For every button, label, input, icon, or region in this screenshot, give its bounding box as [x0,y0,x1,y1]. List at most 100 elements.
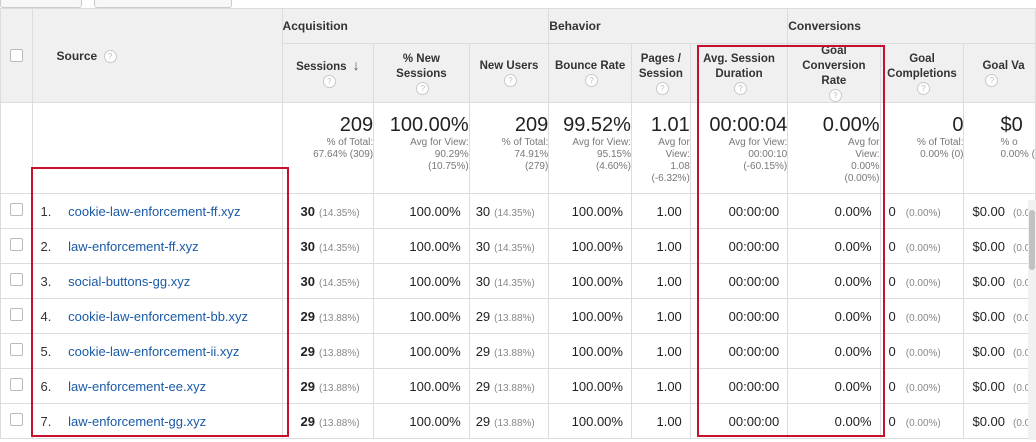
row-checkbox-cell [0,368,33,404]
row-checkbox-cell [0,298,33,334]
table-row: 4. cookie-law-enforcement-bb.xyz 29 (13.8… [0,298,1036,334]
completions-cell: 0 (0.00%) [879,333,965,369]
source-cell: 7. law-enforcement-gg.xyz [31,403,283,439]
new-sessions-cell: 100.00% [373,368,470,404]
sessions-pct: (13.88%) [319,347,360,359]
row-checkbox-cell [0,193,33,229]
help-icon[interactable]: ? [916,81,930,95]
total-value: 209 [339,114,374,136]
total-goal-conv-rate: 0.00% Avg for View: 0.00% (0.00%) [787,102,881,194]
totals-row: 209 % of Total: 67.64% (309) 100.00% Avg… [0,102,1036,194]
completions-pct: (0.00%) [905,417,941,429]
sessions-cell: 29 (13.88%) [281,368,375,404]
completions-value: 0 [888,203,896,219]
col-new-users-label: New Users [479,60,539,72]
total-sub: % of Total: [501,137,549,148]
new-users-value: 30 [475,238,491,254]
source-header-label: Source [56,49,98,63]
help-icon[interactable]: ? [734,81,748,95]
sessions-pct: (14.35%) [319,207,360,219]
new-users-pct: (14.35%) [494,207,535,219]
duration-cell: 00:00:00 [689,263,789,299]
toolbar-button-right[interactable] [94,0,232,8]
new-users-cell: 29 (13.88%) [468,403,550,439]
total-value: 209 [514,114,549,136]
total-sub: (0.00%) [844,173,880,184]
bounce-cell: 100.00% [548,193,632,229]
help-icon[interactable]: ? [503,74,517,87]
help-icon[interactable]: ? [416,81,430,95]
col-new-sessions[interactable]: % New Sessions ? [373,43,470,103]
total-sub: % of Total: [916,137,964,148]
col-pages-session-label: Pages / Session [638,52,683,80]
col-pages-session[interactable]: Pages / Session ? [630,43,691,103]
total-pages-session: 1.01 Avg for View: 1.08 (-6.32%) [630,102,691,194]
col-new-users[interactable]: New Users ? [468,43,550,103]
sessions-cell: 29 (13.88%) [281,298,375,334]
total-sub: Avg for View: [728,137,788,148]
new-users-pct: (13.88%) [494,312,535,324]
col-goal-completions[interactable]: Goal Completions ? [879,43,965,103]
source-link[interactable]: cookie-law-enforcement-ff.xyz [68,204,240,219]
row-checkbox[interactable] [9,308,23,321]
group-behavior: Behavior [548,8,789,44]
duration-cell: 00:00:00 [689,368,789,404]
total-sub: (10.75%) [428,161,469,172]
total-bounce-rate: 99.52% Avg for View: 95.15% (4.60%) [548,102,632,194]
row-checkbox[interactable] [9,273,23,286]
help-icon[interactable]: ? [655,81,669,95]
total-value: 00:00:04 [709,114,788,136]
value-cell: $0.00 (0.0 [963,368,1036,404]
col-bounce-rate[interactable]: Bounce Rate ? [548,43,632,103]
value-value: $0.00 [972,413,1006,429]
col-sessions[interactable]: Sessions ↓ ? [281,43,375,103]
source-link[interactable]: social-buttons-gg.xyz [68,274,190,289]
row-checkbox[interactable] [9,203,23,216]
total-sub: 0.00% [851,161,880,172]
new-users-pct: (14.35%) [494,277,535,289]
toolbar-button-left[interactable] [0,0,82,8]
help-icon[interactable]: ? [828,89,842,102]
sessions-cell: 30 (14.35%) [281,193,375,229]
value-value: $0.00 [972,273,1006,289]
help-icon[interactable]: ? [585,74,599,87]
completions-cell: 0 (0.00%) [879,228,965,264]
new-users-cell: 29 (13.88%) [468,368,550,404]
row-checkbox[interactable] [9,238,23,251]
select-all-checkbox[interactable] [9,49,23,62]
source-link[interactable]: law-enforcement-gg.xyz [68,414,206,429]
total-sessions: 209 % of Total: 67.64% (309) [281,102,375,194]
completions-cell: 0 (0.00%) [879,263,965,299]
completions-value: 0 [888,308,896,324]
source-link[interactable]: law-enforcement-ee.xyz [68,379,206,394]
help-icon[interactable]: ? [103,50,117,64]
help-icon[interactable]: ? [322,75,336,88]
source-link[interactable]: law-enforcement-ff.xyz [68,239,199,254]
source-header[interactable]: Source ? [31,8,283,103]
source-link[interactable]: cookie-law-enforcement-bb.xyz [68,309,248,324]
row-checkbox-cell [0,228,33,264]
sessions-pct: (14.35%) [319,277,360,289]
completions-pct: (0.00%) [905,382,941,394]
total-value: 0.00% [822,114,880,136]
sort-desc-icon[interactable]: ↓ [353,57,360,73]
col-goal-conv-rate[interactable]: Goal Conversion Rate ? [787,43,881,103]
row-checkbox[interactable] [9,343,23,356]
new-users-value: 29 [475,308,491,324]
total-sub: (4.60%) [595,161,631,172]
vertical-scrollbar[interactable] [1028,200,1036,440]
source-link[interactable]: cookie-law-enforcement-ii.xyz [68,344,239,359]
conv-cell: 0.00% [787,403,881,439]
col-goal-value[interactable]: Goal Va ? [963,43,1036,103]
row-checkbox[interactable] [9,378,23,391]
total-sub: 00:00:10 [748,149,788,160]
total-sub: 90.29% [434,149,469,160]
col-avg-duration[interactable]: Avg. Session Duration ? [689,43,789,103]
scrollbar-thumb[interactable] [1029,210,1035,270]
col-goal-conv-rate-label: Goal Conversion Rate [802,45,866,87]
conv-cell: 0.00% [787,333,881,369]
pages-cell: 1.00 [630,333,691,369]
table-row: 5. cookie-law-enforcement-ii.xyz 29 (13.8… [0,333,1036,369]
row-checkbox[interactable] [9,413,23,426]
help-icon[interactable]: ? [985,74,999,87]
